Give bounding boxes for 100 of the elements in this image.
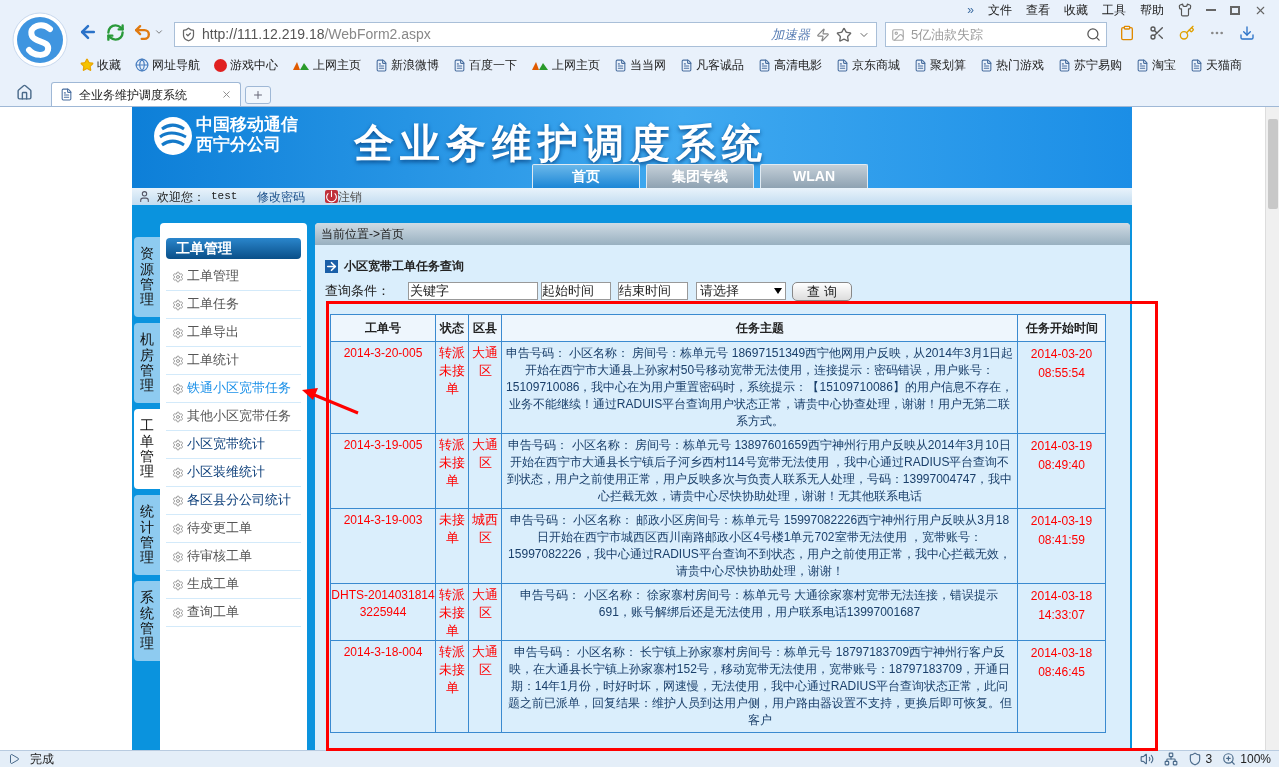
- table-cell: 转派未接单: [435, 583, 469, 641]
- end-time-field[interactable]: 结束时间: [618, 282, 688, 300]
- download-icon[interactable]: [1239, 25, 1255, 41]
- keyword-field[interactable]: 关键字: [408, 282, 538, 300]
- zoom-level[interactable]: 100%: [1240, 750, 1271, 767]
- menu-item[interactable]: 收藏: [1064, 1, 1088, 19]
- menu-item[interactable]: 文件: [988, 1, 1012, 19]
- user-name: test: [211, 189, 238, 205]
- caret-icon[interactable]: [154, 27, 164, 37]
- sidebar-toggle-icon[interactable]: [8, 753, 20, 765]
- network-icon[interactable]: [1163, 752, 1178, 766]
- user-icon: [138, 190, 151, 203]
- sidebar-item[interactable]: 工单任务: [166, 291, 301, 319]
- bookmark-link[interactable]: 收藏: [80, 56, 121, 74]
- sidebar-item[interactable]: 其他小区宽带任务: [166, 403, 301, 431]
- bookmark-link[interactable]: 百度一下: [453, 56, 517, 74]
- star-icon[interactable]: [836, 26, 852, 43]
- globe-icon: [135, 58, 149, 72]
- sidebar-item[interactable]: 工单统计: [166, 347, 301, 375]
- caret-icon: [774, 288, 782, 294]
- side-tab[interactable]: 系统管理: [134, 581, 160, 661]
- bookmark-link[interactable]: 苏宁易购: [1058, 56, 1122, 74]
- bookmark-link[interactable]: 淘宝: [1136, 56, 1176, 74]
- browser-logo-icon: [12, 12, 68, 68]
- table-cell: 申告号码： 小区名称： 房间号：栋单元号 13897601659西宁神州行用户反映从2014年3月10日开始在西宁市大通县长宁镇后子河乡西村114号宽带无法使用 ，我中心通过RADIUS平台查询不到状态，用户之前使用正常，用户反映多次与负责人联系无人处理，号码：13997004747，我中心拦截无效，请贵中心尽快协助处理，谢谢！无其他联系电话: [501, 433, 1018, 509]
- sidebar-item[interactable]: 查询工单: [166, 599, 301, 627]
- page-icon: [680, 58, 693, 72]
- table-cell: 转派未接单: [435, 433, 469, 509]
- bookmark-link[interactable]: 高清电影: [758, 56, 822, 74]
- scissors-icon[interactable]: [1149, 25, 1165, 41]
- maximize-icon[interactable]: [1230, 5, 1240, 15]
- side-tab[interactable]: 工单管理: [134, 409, 160, 489]
- undo-icon[interactable]: [133, 22, 152, 42]
- page-icon: [1190, 58, 1203, 72]
- table-cell: 未接单: [435, 508, 469, 584]
- annotation-arrow: [302, 388, 360, 415]
- bookmark-link[interactable]: 当当网: [614, 56, 666, 74]
- tab-title: 全业务维护调度系统: [79, 86, 188, 104]
- url-text: http://111.12.219.18/WebForm2.aspx: [202, 25, 431, 44]
- search-icon[interactable]: [1086, 27, 1101, 42]
- sidebar-item[interactable]: 铁通小区宽带任务: [166, 375, 301, 403]
- bookmark-link[interactable]: 新浪微博: [375, 56, 439, 74]
- sidebar-item[interactable]: 待审核工单: [166, 543, 301, 571]
- start-time-field[interactable]: 起始时间: [541, 282, 611, 300]
- bookmark-link[interactable]: 游戏中心: [214, 56, 278, 74]
- bookmark-link[interactable]: 上网主页: [531, 56, 600, 74]
- page-icon: [1136, 58, 1149, 72]
- gear-icon: [172, 438, 184, 451]
- bookmark-link[interactable]: 京东商城: [836, 56, 900, 74]
- query-button[interactable]: 查 询: [792, 281, 852, 301]
- side-tab[interactable]: 机房管理: [134, 323, 160, 403]
- bookmark-link[interactable]: 聚划算: [914, 56, 966, 74]
- sidebar-item[interactable]: 各区县分公司统计: [166, 487, 301, 515]
- bookmark-link[interactable]: 热门游戏: [980, 56, 1044, 74]
- page-icon: [758, 58, 771, 72]
- table-cell: 申告号码： 小区名称： 邮政小区房间号：栋单元号 15997082226西宁神州行用户反映从3月18日开始在西宁市城西区西川南路邮政小区4号楼1单元702室带无法使用 ，宽带账号：15997082226，我中心通过RADIUS平台查询不到状态，用户之前使用正常，我中心拦截无效，请贵中心尽快协助处理，谢谢！: [501, 508, 1018, 584]
- back-icon[interactable]: [78, 22, 98, 42]
- page-icon: [914, 58, 927, 72]
- accelerator-label[interactable]: 加速器: [771, 24, 810, 45]
- menu-item[interactable]: 帮助: [1140, 1, 1164, 19]
- sidebar-item[interactable]: 生成工单: [166, 571, 301, 599]
- menu-item[interactable]: 查看: [1026, 1, 1050, 19]
- zoom-icon[interactable]: [1222, 752, 1237, 766]
- column-header: 任务开始时间: [1017, 314, 1106, 342]
- lightning-icon[interactable]: [816, 27, 830, 42]
- home-icon[interactable]: [16, 84, 33, 101]
- table-cell: 大通区: [468, 640, 502, 733]
- shield-icon: [181, 27, 196, 42]
- sidebar-item[interactable]: 小区宽带统计: [166, 431, 301, 459]
- sidebar-item[interactable]: 小区装维统计: [166, 459, 301, 487]
- change-password-link[interactable]: 修改密码: [257, 187, 306, 206]
- column-header: 任务主题: [501, 314, 1018, 342]
- bookmark-link[interactable]: 天猫商: [1190, 56, 1242, 74]
- sidebar-item[interactable]: 待变更工单: [166, 515, 301, 543]
- side-tab[interactable]: 资源管理: [134, 237, 160, 317]
- power-icon[interactable]: [325, 190, 339, 203]
- gear-icon: [172, 270, 184, 283]
- table-cell: 2014-3-19-005: [330, 433, 436, 509]
- sidebar-item[interactable]: 工单导出: [166, 319, 301, 347]
- more-button[interactable]: »: [967, 1, 974, 19]
- side-tab[interactable]: 统计管理: [134, 495, 160, 575]
- menu-item[interactable]: 工具: [1102, 1, 1126, 19]
- bookmark-link[interactable]: 凡客诚品: [680, 56, 744, 74]
- sidebar-item[interactable]: 工单管理: [166, 263, 301, 291]
- bookmark-link[interactable]: 上网主页: [292, 56, 361, 74]
- company-name: 中国移动通信: [196, 115, 298, 135]
- refresh-icon[interactable]: [106, 22, 125, 42]
- gear-icon: [172, 298, 184, 311]
- scrollbar[interactable]: [1265, 107, 1279, 750]
- logout-link[interactable]: 注销: [338, 187, 363, 206]
- address-bar[interactable]: http://111.12.219.18/WebForm2.aspx 加速器: [174, 22, 877, 47]
- bookmark-link[interactable]: 网址导航: [135, 56, 200, 74]
- browser-tab[interactable]: 全业务维护调度系统: [51, 82, 241, 106]
- gear-icon: [172, 326, 184, 339]
- select-dropdown[interactable]: 请选择: [696, 282, 786, 300]
- shield-icon[interactable]: [1187, 752, 1202, 766]
- speaker-icon[interactable]: [1139, 752, 1154, 766]
- clipboard-icon[interactable]: [1119, 25, 1135, 41]
- close-icon[interactable]: [221, 89, 232, 100]
- skin-icon[interactable]: [1178, 3, 1192, 17]
